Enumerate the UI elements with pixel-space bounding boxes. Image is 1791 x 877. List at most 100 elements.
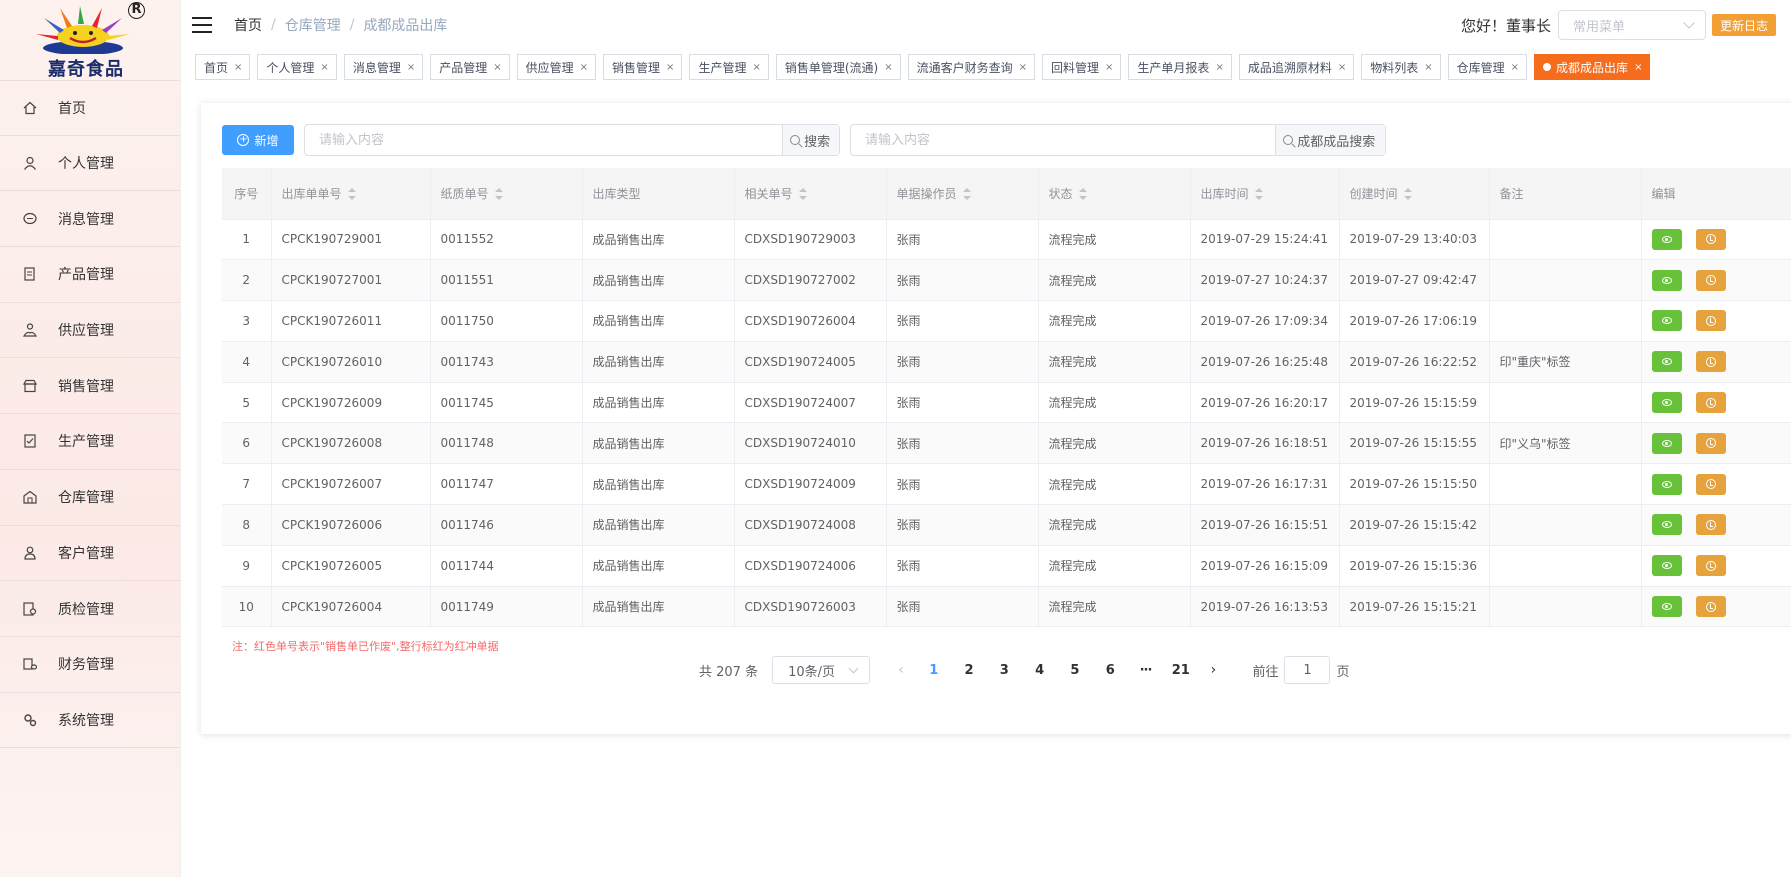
tab-item[interactable]: 供应管理 ×: [516, 54, 597, 80]
view-button[interactable]: [1651, 228, 1682, 250]
hamburger-menu-icon[interactable]: [192, 17, 212, 33]
page-number[interactable]: 3: [987, 663, 1022, 678]
close-icon[interactable]: ×: [1105, 62, 1113, 73]
tab-item[interactable]: 产品管理 ×: [430, 54, 510, 80]
history-button[interactable]: [1695, 310, 1726, 332]
column-header[interactable]: 出库单单号: [271, 168, 431, 220]
chengdu-search-input[interactable]: [851, 125, 1276, 155]
view-button[interactable]: [1651, 432, 1682, 454]
history-button[interactable]: [1695, 269, 1726, 291]
column-header[interactable]: 纸质单号: [430, 168, 583, 220]
view-button[interactable]: [1651, 392, 1682, 414]
page-number[interactable]: 1: [916, 663, 951, 678]
column-header[interactable]: 状态: [1038, 168, 1191, 220]
column-header[interactable]: 相关单号: [734, 168, 887, 220]
tab-item[interactable]: 成都成品出库 ×: [1534, 54, 1651, 80]
sort-caret-icon[interactable]: [347, 188, 356, 201]
tab-item[interactable]: 生产管理 ×: [689, 54, 769, 80]
table-cell: 2019-07-26 17:09:34: [1190, 300, 1340, 342]
breadcrumb-home[interactable]: 首页: [234, 15, 262, 35]
close-icon[interactable]: ×: [1424, 62, 1432, 73]
sort-caret-icon[interactable]: [962, 188, 971, 201]
tab-item[interactable]: 物料列表 ×: [1361, 54, 1441, 80]
page-number[interactable]: 2: [951, 663, 986, 678]
page-number[interactable]: 4: [1022, 663, 1057, 678]
sidebar-item-products[interactable]: 产品管理: [0, 247, 180, 303]
close-icon[interactable]: ×: [1634, 62, 1642, 73]
history-button[interactable]: [1695, 514, 1726, 536]
view-button[interactable]: [1651, 351, 1682, 373]
history-button[interactable]: [1695, 432, 1726, 454]
tab-item[interactable]: 流通客户财务查询 ×: [907, 54, 1036, 80]
column-header[interactable]: 单据操作员: [886, 168, 1039, 220]
page-number[interactable]: 21: [1163, 663, 1198, 678]
close-icon[interactable]: ×: [666, 62, 674, 73]
tab-item[interactable]: 个人管理 ×: [257, 54, 337, 80]
tab-item[interactable]: 回料管理 ×: [1042, 54, 1122, 80]
page-number[interactable]: 6: [1093, 663, 1128, 678]
history-button[interactable]: [1695, 555, 1726, 577]
tab-item[interactable]: 首页 ×: [195, 54, 251, 80]
history-button[interactable]: [1695, 596, 1726, 618]
history-button[interactable]: [1695, 473, 1726, 495]
close-icon[interactable]: ×: [320, 62, 328, 73]
view-button[interactable]: [1651, 596, 1682, 618]
column-header[interactable]: 创建时间: [1339, 168, 1490, 220]
table-cell: 2019-07-26 15:15:55: [1339, 422, 1490, 465]
sort-caret-icon[interactable]: [494, 188, 503, 201]
sidebar-item-production[interactable]: 生产管理: [0, 414, 180, 470]
close-icon[interactable]: ×: [234, 62, 242, 73]
add-button[interactable]: + 新增: [222, 125, 294, 155]
sidebar-item-home[interactable]: 首页: [0, 80, 180, 136]
prev-page-icon[interactable]: ‹: [886, 662, 916, 678]
close-icon[interactable]: ×: [1511, 62, 1519, 73]
more-pages-icon[interactable]: ···: [1128, 663, 1163, 678]
view-button[interactable]: [1651, 555, 1682, 577]
tab-item[interactable]: 仓库管理 ×: [1447, 54, 1528, 80]
sidebar-item-system[interactable]: 系统管理: [0, 693, 180, 749]
search-input[interactable]: [305, 125, 783, 155]
history-button[interactable]: [1695, 392, 1726, 414]
sidebar-item-quality[interactable]: 质检管理: [0, 581, 180, 637]
tab-item[interactable]: 生产单月报表 ×: [1128, 54, 1232, 80]
sort-caret-icon[interactable]: [1078, 188, 1087, 201]
view-button[interactable]: [1651, 269, 1682, 291]
goto-page-input[interactable]: [1284, 656, 1331, 684]
close-icon[interactable]: ×: [752, 62, 760, 73]
sidebar-item-warehouse[interactable]: 仓库管理: [0, 470, 180, 526]
history-button[interactable]: [1695, 351, 1726, 373]
tab-item[interactable]: 销售单管理(流通) ×: [775, 54, 901, 80]
sidebar-item-supply[interactable]: 供应管理: [0, 303, 180, 359]
sidebar-item-personal[interactable]: 个人管理: [0, 136, 180, 192]
next-page-icon[interactable]: ›: [1198, 662, 1228, 678]
tab-item[interactable]: 销售管理 ×: [603, 54, 683, 80]
close-icon[interactable]: ×: [1338, 62, 1346, 73]
column-header[interactable]: 出库时间: [1190, 168, 1340, 220]
quick-menu-select[interactable]: 常用菜单: [1557, 10, 1706, 40]
view-button[interactable]: [1651, 473, 1682, 495]
update-log-button[interactable]: 更新日志: [1711, 14, 1776, 36]
sort-caret-icon[interactable]: [798, 188, 807, 201]
search-button[interactable]: 搜索: [782, 125, 839, 155]
close-icon[interactable]: ×: [1215, 62, 1223, 73]
tab-item[interactable]: 成品追溯原材料 ×: [1238, 54, 1355, 80]
view-button[interactable]: [1651, 310, 1682, 332]
sidebar-item-sales[interactable]: 销售管理: [0, 358, 180, 415]
page-number[interactable]: 5: [1057, 663, 1092, 678]
close-icon[interactable]: ×: [884, 62, 892, 73]
sort-caret-icon[interactable]: [1254, 188, 1263, 201]
tab-item[interactable]: 消息管理 ×: [343, 54, 424, 80]
chengdu-search-button[interactable]: 成都成品搜索: [1275, 125, 1385, 155]
sidebar-item-finance[interactable]: 财务管理: [0, 637, 180, 693]
close-icon[interactable]: ×: [493, 62, 501, 73]
close-icon[interactable]: ×: [580, 62, 588, 73]
close-icon[interactable]: ×: [1019, 62, 1027, 73]
sidebar-item-messages[interactable]: 消息管理: [0, 191, 180, 248]
sort-caret-icon[interactable]: [1403, 188, 1412, 201]
sidebar-item-label: 质检管理: [58, 601, 114, 618]
history-button[interactable]: [1695, 228, 1726, 250]
view-button[interactable]: [1651, 514, 1682, 536]
sidebar-item-customers[interactable]: 客户管理: [0, 526, 180, 582]
page-size-select[interactable]: 10条/页: [772, 656, 871, 684]
close-icon[interactable]: ×: [407, 62, 415, 73]
